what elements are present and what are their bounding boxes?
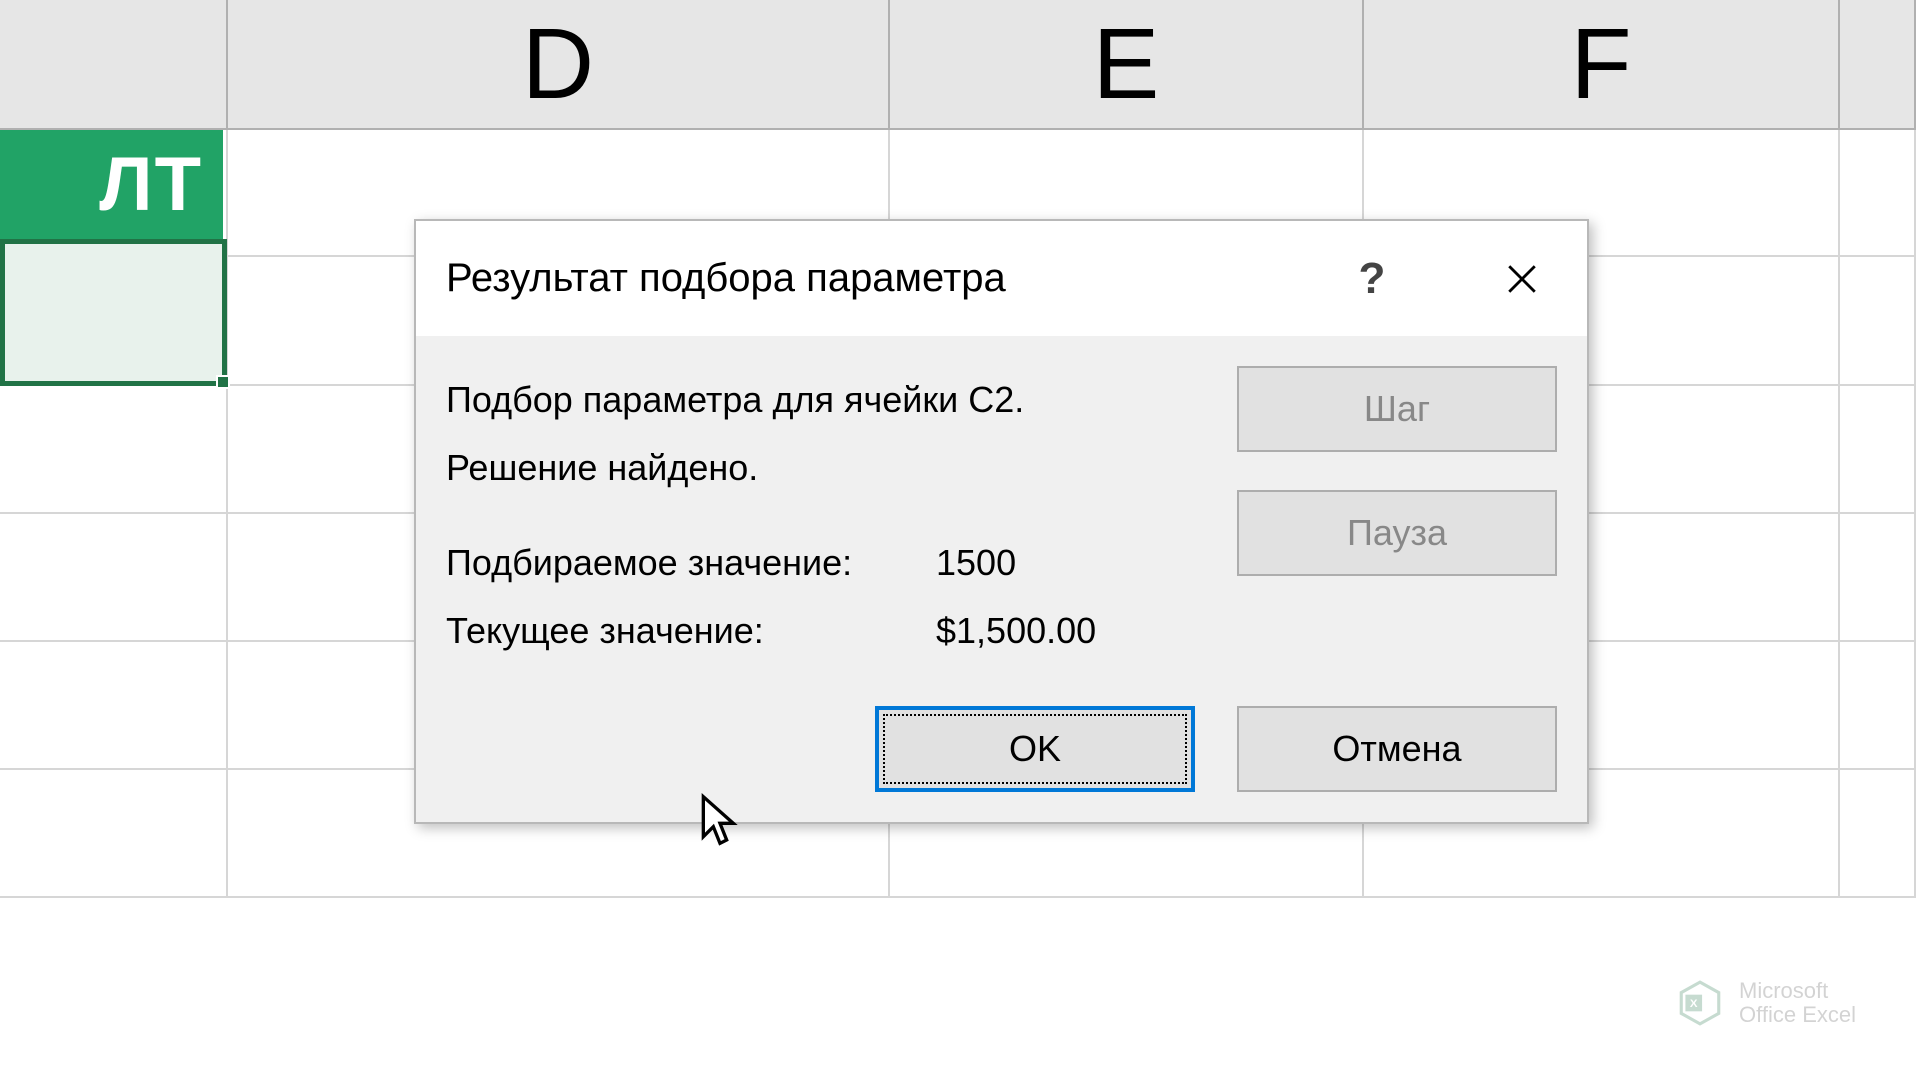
column-headers: D E F: [0, 0, 1916, 130]
side-buttons: Шаг Пауза: [1237, 366, 1557, 576]
cell[interactable]: [1840, 514, 1916, 640]
cell[interactable]: [1840, 642, 1916, 768]
current-value: $1,500.00: [936, 597, 1096, 665]
cancel-button[interactable]: Отмена: [1237, 706, 1557, 792]
pause-button[interactable]: Пауза: [1237, 490, 1557, 576]
watermark-line1: Microsoft: [1739, 979, 1856, 1003]
current-value-label: Текущее значение:: [446, 597, 936, 665]
cell[interactable]: [1840, 130, 1916, 255]
cell[interactable]: [0, 770, 228, 896]
current-value-row: Текущее значение: $1,500.00: [446, 597, 1557, 665]
cell[interactable]: [0, 386, 228, 512]
close-icon: [1505, 262, 1539, 296]
target-value: 1500: [936, 529, 1016, 597]
watermark: X Microsoft Office Excel: [1675, 978, 1856, 1028]
cell[interactable]: [0, 642, 228, 768]
target-value-label: Подбираемое значение:: [446, 529, 936, 597]
cell[interactable]: [0, 514, 228, 640]
column-header-d[interactable]: D: [228, 0, 890, 128]
cell[interactable]: [1840, 770, 1916, 896]
cell[interactable]: [1840, 386, 1916, 512]
help-button[interactable]: ?: [1327, 239, 1417, 319]
close-button[interactable]: [1477, 239, 1567, 319]
watermark-text: Microsoft Office Excel: [1739, 979, 1856, 1027]
step-button[interactable]: Шаг: [1237, 366, 1557, 452]
ok-button[interactable]: OK: [875, 706, 1195, 792]
svg-text:X: X: [1690, 998, 1698, 1010]
dialog-body: Подбор параметра для ячейки C2. Решение …: [416, 336, 1587, 822]
selected-cell-c2[interactable]: [0, 239, 227, 386]
goal-seek-result-dialog: Результат подбора параметра ? Подбор пар…: [414, 219, 1589, 824]
column-header-f[interactable]: F: [1364, 0, 1840, 128]
fill-handle[interactable]: [216, 375, 230, 389]
watermark-line2: Office Excel: [1739, 1003, 1856, 1027]
column-header-g[interactable]: [1840, 0, 1916, 128]
column-header-e[interactable]: E: [890, 0, 1364, 128]
excel-icon: X: [1675, 978, 1725, 1028]
column-header-c[interactable]: [0, 0, 228, 128]
header-cell-c1[interactable]: ЛТ: [0, 130, 223, 239]
dialog-title: Результат подбора параметра: [446, 256, 1327, 301]
bottom-buttons: OK Отмена: [446, 706, 1557, 792]
cell[interactable]: [1840, 257, 1916, 384]
dialog-titlebar[interactable]: Результат подбора параметра ?: [416, 221, 1587, 336]
